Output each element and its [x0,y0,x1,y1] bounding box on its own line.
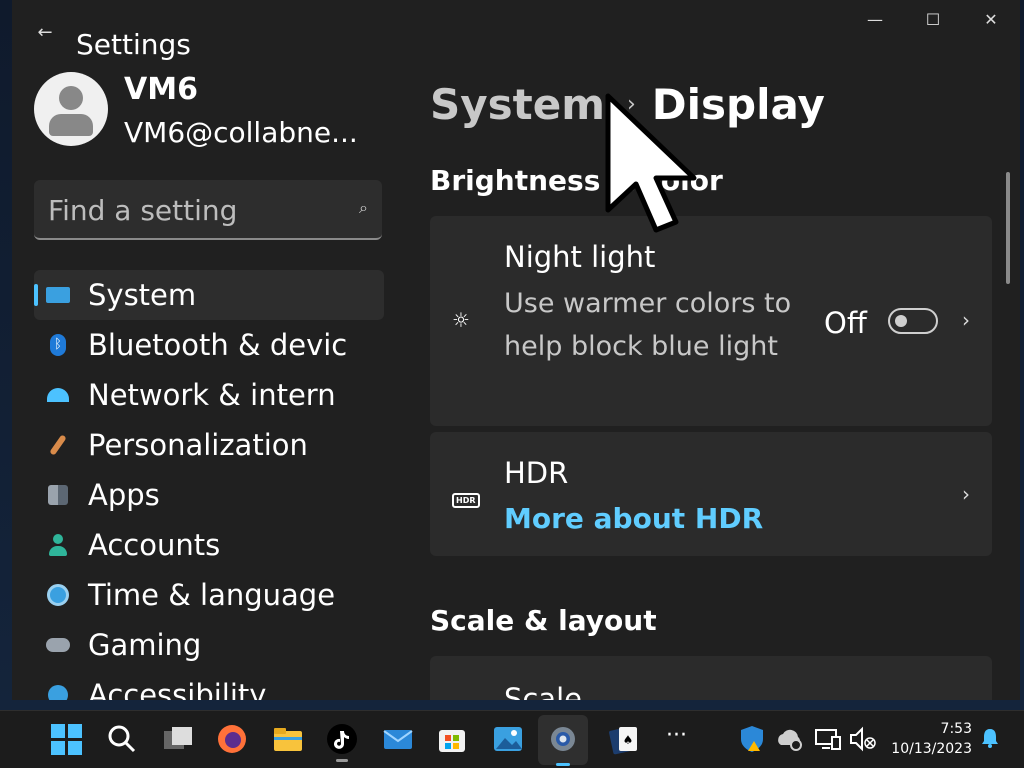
section-title-scale-layout: Scale & layout [430,604,657,637]
close-icon[interactable]: ✕ [962,0,1020,40]
sidebar-item-label: Gaming [88,628,202,662]
user-name: VM6 [124,72,198,107]
hdr-learn-more-link[interactable]: More about HDR [504,502,763,535]
user-email: VM6@collabne... [124,116,358,149]
search-input[interactable] [48,190,338,230]
night-light-title: Night light [504,240,656,274]
sidebar-item-time-language[interactable]: Time & language [34,570,384,620]
search-box: ⌕ [34,180,382,240]
taskbar-clock[interactable]: 7:53 10/13/2023 [868,719,972,759]
task-view-icon[interactable] [162,723,194,755]
bluetooth-icon: ᛒ [46,333,70,357]
monitor-icon [46,283,70,307]
sidebar-item-label: Bluetooth & devic [88,328,348,362]
sidebar-item-apps[interactable]: Apps [34,470,384,520]
scrollbar-thumb[interactable] [1006,172,1010,284]
active-app-indicator [556,763,570,766]
security-shield-icon[interactable] [736,723,768,755]
sidebar-item-label: Accounts [88,528,221,562]
sidebar: ← Settings VM6 VM6@collabne... ⌕ System … [12,0,404,700]
back-arrow-icon[interactable]: ← [32,20,58,46]
taskbar: ♠ ··· 7:53 10/13/2023 [0,710,1024,768]
more-icon[interactable]: ··· [666,723,687,748]
gamepad-icon [46,633,70,657]
notification-bell-icon[interactable] [980,727,1000,749]
settings-icon[interactable] [547,723,579,755]
firefox-icon[interactable] [216,723,248,755]
mail-icon[interactable] [382,723,414,755]
sidebar-item-label: Accessibility [88,678,267,700]
sidebar-item-bluetooth[interactable]: ᛒ Bluetooth & devic [34,320,384,370]
scale-card[interactable]: Scale [430,656,992,700]
accessibility-icon [46,683,70,700]
svg-text:♠: ♠ [623,733,634,747]
sidebar-item-network[interactable]: Network & intern [34,370,384,420]
tiktok-icon[interactable] [326,723,358,755]
window-controls: — ☐ ✕ [846,0,1020,40]
night-light-toggle[interactable] [888,308,938,334]
onedrive-icon[interactable] [774,723,806,755]
chevron-right-icon: › [962,308,970,332]
network-icon[interactable] [812,723,844,755]
sidebar-item-label: Network & intern [88,378,336,412]
avatar-head-icon [59,86,83,110]
hdr-card[interactable]: HDR HDR More about HDR › [430,432,992,556]
hdr-title: HDR [504,456,569,490]
brightness-icon: ☼ [452,308,470,332]
clock-time: 7:53 [940,721,972,737]
sidebar-item-personalization[interactable]: Personalization [34,420,384,470]
search-icon[interactable] [106,723,138,755]
solitaire-icon[interactable]: ♠ [608,723,640,755]
app-title: Settings [76,28,191,61]
person-icon [46,533,70,557]
sidebar-item-label: Apps [88,478,160,512]
sidebar-item-system[interactable]: System [34,270,384,320]
apps-icon [46,483,70,507]
avatar-body-icon [49,114,93,136]
file-explorer-icon[interactable] [272,723,304,755]
hdr-icon: HDR [452,484,480,508]
store-icon[interactable] [436,723,468,755]
avatar[interactable] [34,72,108,146]
night-light-state: Off [824,306,867,340]
breadcrumb-parent[interactable]: System [430,80,605,129]
night-light-card[interactable]: ☼ Night light Use warmer colors to help … [430,216,992,426]
sidebar-item-accessibility[interactable]: Accessibility [34,670,384,700]
wifi-icon [46,383,70,407]
sidebar-item-label: System [88,278,197,312]
settings-window: ← Settings VM6 VM6@collabne... ⌕ System … [12,0,1020,700]
maximize-icon[interactable]: ☐ [904,0,962,40]
sidebar-nav: System ᛒ Bluetooth & devic Network & int… [34,270,384,700]
clock-date: 10/13/2023 [891,741,972,757]
main-content: — ☐ ✕ System › Display Brightness & colo… [404,0,1020,700]
sidebar-item-label: Time & language [88,578,336,612]
paintbrush-icon [46,433,70,457]
chevron-right-icon: › [962,482,970,506]
running-indicator [336,759,348,762]
search-icon[interactable]: ⌕ [359,198,368,218]
scale-title: Scale [504,682,583,700]
sidebar-item-accounts[interactable]: Accounts [34,520,384,570]
start-icon[interactable] [50,723,82,755]
sidebar-item-label: Personalization [88,428,308,462]
toggle-knob [895,315,907,327]
sidebar-item-gaming[interactable]: Gaming [34,620,384,670]
photos-icon[interactable] [492,723,524,755]
mouse-cursor-icon [605,93,697,233]
night-light-description: Use warmer colors to help block blue lig… [504,288,792,362]
globe-clock-icon [46,583,70,607]
minimize-icon[interactable]: — [846,0,904,40]
